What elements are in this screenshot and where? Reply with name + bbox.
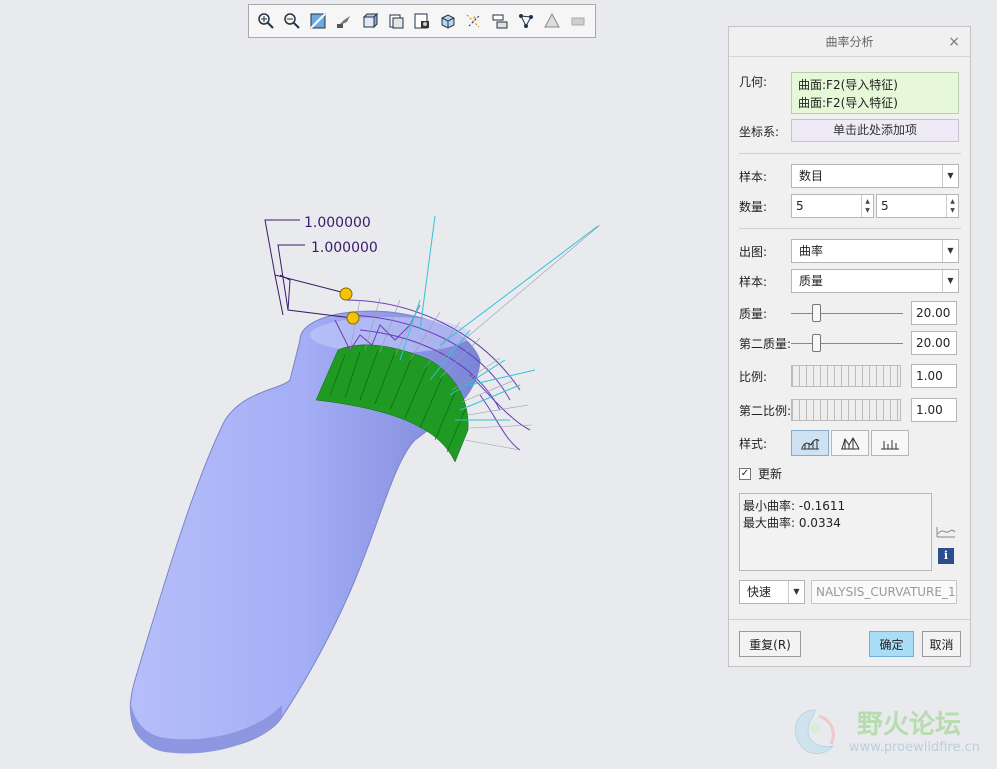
stepper-arrows-icon[interactable]: ▲ ▼ (861, 195, 873, 217)
chevron-down-icon[interactable]: ▼ (942, 165, 958, 187)
plot-label: 出图: (739, 244, 768, 259)
annotation-display-icon[interactable] (489, 10, 511, 32)
zoom-out-icon[interactable] (281, 10, 303, 32)
scale2-label: 第二比例: (739, 403, 792, 418)
slider-thumb[interactable] (812, 304, 821, 322)
cancel-button[interactable]: 取消 (922, 631, 961, 657)
quality-input[interactable]: 20.00 (911, 301, 957, 325)
display-style-icon[interactable] (359, 10, 381, 32)
geometry-item[interactable]: 曲面:F2(导入特征) (798, 76, 952, 94)
sample-select[interactable]: 数目 ▼ (791, 164, 959, 188)
part-model: 1.000000 1.000000 (129, 215, 601, 754)
dimension-leaders (264, 219, 353, 319)
quality-slider[interactable] (791, 302, 903, 324)
style-label: 样式: (739, 436, 768, 451)
perspective-icon[interactable] (437, 10, 459, 32)
quality2-label: 第二质量: (739, 336, 792, 351)
saved-views-icon[interactable] (385, 10, 407, 32)
update-checkbox[interactable]: ✓ (739, 467, 751, 480)
chevron-down-icon[interactable]: ▼ (942, 240, 958, 262)
divider (739, 153, 961, 154)
datum-display-icon[interactable]: * (463, 10, 485, 32)
view-manager-icon[interactable] (411, 10, 433, 32)
appearance-icon[interactable] (541, 10, 563, 32)
scale-ruler[interactable] (791, 365, 901, 387)
quality2-input[interactable]: 20.00 (911, 331, 957, 355)
watermark-logo-icon (794, 709, 835, 754)
update-label: 更新 (758, 467, 783, 481)
view-toolbar: * (248, 4, 596, 38)
quality-label: 质量: (739, 306, 768, 321)
geometry-label: 几何: (739, 75, 768, 89)
sample2-label: 样本: (739, 274, 768, 289)
style-needle-button[interactable] (871, 430, 909, 456)
dimension-text-2: 1.000000 (311, 240, 378, 256)
sample-label: 样本: (739, 169, 768, 184)
curvature-result-box: 最小曲率: -0.1611 最大曲率: 0.0334 (739, 493, 932, 571)
probe-point-2[interactable] (346, 311, 360, 325)
mode-select[interactable]: 快速 ▼ (739, 580, 805, 604)
count-u-stepper[interactable]: 5 ▲ ▼ (791, 194, 874, 218)
scale2-ruler[interactable] (791, 399, 901, 421)
spin-center-icon[interactable] (515, 10, 537, 32)
count-label: 数量: (739, 199, 768, 214)
svg-text:*: * (473, 15, 477, 23)
zoom-in-icon[interactable] (255, 10, 277, 32)
max-curvature-text: 最大曲率: 0.0334 (743, 516, 841, 530)
coord-system-collector[interactable]: 单击此处添加项 (791, 119, 959, 142)
style-hatch-button[interactable] (831, 430, 869, 456)
divider (739, 228, 961, 229)
repeat-button[interactable]: 重复(R) (739, 631, 801, 657)
chevron-down-icon[interactable]: ▼ (942, 270, 958, 292)
curve-comb-icon (801, 439, 820, 450)
refit-icon[interactable] (307, 10, 329, 32)
geometry-item[interactable]: 曲面:F2(导入特征) (798, 94, 952, 112)
orient-icon[interactable] (333, 10, 355, 32)
count-v-stepper[interactable]: 5 ▲ ▼ (876, 194, 959, 218)
more-tools-icon[interactable] (567, 10, 589, 32)
scale-input[interactable]: 1.00 (911, 364, 957, 388)
model-viewport[interactable]: 1.000000 1.000000 (0, 40, 720, 769)
curvature-analysis-dialog: 曲率分析 × 几何: 曲面:F2(导入特征) 曲面:F2(导入特征) 坐标系: … (728, 26, 971, 667)
plot-select[interactable]: 曲率 ▼ (791, 239, 959, 263)
scale2-input[interactable]: 1.00 (911, 398, 957, 422)
dialog-title-bar: 曲率分析 × (729, 27, 970, 57)
forum-watermark: 野火论坛 www.proewildfire.cn (785, 702, 995, 764)
divider (729, 619, 970, 620)
info-icon[interactable]: i (938, 548, 954, 564)
stepper-arrows-icon[interactable]: ▲ ▼ (946, 195, 958, 217)
slider-thumb[interactable] (812, 334, 821, 352)
chevron-down-icon[interactable]: ▼ (788, 581, 804, 603)
watermark-url: www.proewildfire.cn (849, 740, 980, 755)
sample2-select[interactable]: 质量 ▼ (791, 269, 959, 293)
close-icon[interactable]: × (948, 27, 960, 57)
min-curvature-text: 最小曲率: -0.1611 (743, 499, 846, 513)
graph-icon[interactable] (936, 523, 956, 539)
coord-system-label: 坐标系: (739, 125, 780, 139)
watermark-title: 野火论坛 (857, 710, 962, 740)
probe-point-1[interactable] (339, 287, 353, 301)
geometry-collector[interactable]: 曲面:F2(导入特征) 曲面:F2(导入特征) (791, 72, 959, 114)
style-curve-button[interactable] (791, 430, 829, 456)
ok-button[interactable]: 确定 (869, 631, 914, 657)
analysis-name-input[interactable]: NALYSIS_CURVATURE_1 (811, 580, 957, 604)
dimension-text-1: 1.000000 (304, 215, 371, 231)
dialog-title: 曲率分析 (825, 35, 874, 49)
scale-label: 比例: (739, 369, 768, 384)
needle-comb-icon (881, 440, 899, 450)
hatch-comb-icon (841, 436, 860, 450)
quality2-slider[interactable] (791, 332, 903, 354)
